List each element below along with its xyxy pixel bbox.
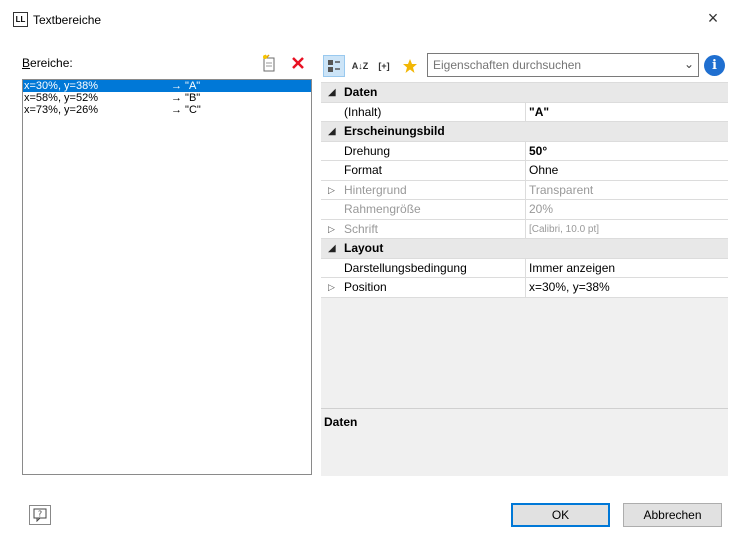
property-row[interactable]: (Inhalt) "A" xyxy=(321,102,728,122)
property-key: Hintergrund xyxy=(344,182,407,197)
new-document-icon xyxy=(263,54,275,72)
collapse-icon[interactable]: ◢ xyxy=(328,239,340,258)
expand-icon[interactable]: ▷ xyxy=(328,220,340,239)
property-row[interactable]: Format Ohne xyxy=(321,161,728,181)
property-value[interactable]: "A" xyxy=(525,102,728,122)
property-key: Position xyxy=(344,280,387,294)
property-grid[interactable]: ◢ Daten (Inhalt) "A" ◢ Erscheinungsbild Drehun… xyxy=(321,82,728,408)
sort-az-button[interactable]: A↓Z xyxy=(349,55,371,77)
delete-x-icon xyxy=(292,57,304,69)
property-value[interactable]: x=30%, y=38% xyxy=(525,278,728,297)
property-row[interactable]: Rahmengröße 20% xyxy=(321,200,728,220)
expand-icon[interactable]: ▷ xyxy=(328,181,340,200)
property-value[interactable]: Ohne xyxy=(525,161,728,180)
categorized-view-button[interactable] xyxy=(323,55,345,77)
property-row[interactable]: Drehung 50° xyxy=(321,141,728,161)
property-key: Daten xyxy=(344,85,378,99)
star-icon xyxy=(403,59,417,73)
property-key: Darstellungsbedingung xyxy=(344,260,467,275)
collapse-icon[interactable]: ◢ xyxy=(328,122,340,141)
sort-az-icon: A↓Z xyxy=(351,61,369,71)
svg-text:?: ? xyxy=(38,510,42,519)
property-value: [Calibri, 10.0 pt] xyxy=(525,219,728,239)
help-button[interactable]: ? xyxy=(29,505,51,525)
property-value: Transparent xyxy=(525,180,728,200)
property-value: 20% xyxy=(525,200,728,219)
collapse-icon[interactable]: ◢ xyxy=(328,83,340,102)
property-row[interactable]: ▷ Schrift [Calibri, 10.0 pt] xyxy=(321,219,728,239)
property-key: (Inhalt) xyxy=(344,104,382,119)
favorites-button[interactable] xyxy=(399,55,421,77)
area-value: → "B" xyxy=(171,92,201,104)
window-title: Textbereiche xyxy=(33,13,102,27)
property-category[interactable]: ◢ Daten xyxy=(321,83,728,103)
cancel-button[interactable]: Abbrechen xyxy=(623,503,722,527)
property-key: Drehung xyxy=(344,143,391,158)
areas-label: Bereiche: xyxy=(22,56,73,70)
title-bar: LL Textbereiche × xyxy=(0,0,730,36)
description-title: Daten xyxy=(324,415,358,429)
property-category[interactable]: ◢ Layout xyxy=(321,239,728,259)
property-row[interactable]: ▷ Hintergrund Transparent xyxy=(321,180,728,200)
property-category[interactable]: ◢ Erscheinungsbild xyxy=(321,122,728,142)
list-item[interactable]: x=58%, y=52% → "B" xyxy=(23,92,311,104)
formula-button[interactable]: [+] xyxy=(373,55,395,77)
list-item[interactable]: x=30%, y=38% → "A" xyxy=(23,80,311,92)
property-value[interactable]: Immer anzeigen xyxy=(525,258,728,278)
formula-icon: [+] xyxy=(378,61,390,71)
property-key: Layout xyxy=(344,241,384,255)
chevron-down-icon[interactable]: ⌄ xyxy=(684,57,694,71)
close-button[interactable]: × xyxy=(700,6,726,30)
property-key: Schrift xyxy=(344,221,379,236)
area-value: → "A" xyxy=(171,80,201,92)
property-search-input[interactable] xyxy=(428,54,668,76)
property-key: Rahmengröße xyxy=(344,202,421,216)
categorized-view-icon xyxy=(328,60,340,72)
delete-area-button[interactable] xyxy=(287,52,309,74)
list-item[interactable]: x=73%, y=26% → "C" xyxy=(23,104,311,116)
area-value: → "C" xyxy=(171,104,201,116)
areas-list[interactable]: x=30%, y=38% → "A" x=58%, y=52% → "B" x=… xyxy=(22,79,312,475)
property-toolbar: A↓Z [+] ⌄ i xyxy=(321,52,728,80)
new-area-button[interactable] xyxy=(258,52,280,74)
area-coord: x=30%, y=38% xyxy=(24,80,98,92)
property-row[interactable]: ▷ Position x=30%, y=38% xyxy=(321,278,728,298)
property-value[interactable]: 50° xyxy=(525,141,728,161)
area-coord: x=73%, y=26% xyxy=(24,104,98,116)
property-key: Erscheinungsbild xyxy=(344,124,445,138)
property-search-field[interactable]: ⌄ xyxy=(427,53,699,77)
help-icon: ? xyxy=(33,508,47,522)
description-pane: Daten xyxy=(321,408,728,476)
area-coord: x=58%, y=52% xyxy=(24,92,98,104)
info-icon[interactable]: i xyxy=(704,55,725,76)
property-row[interactable]: Darstellungsbedingung Immer anzeigen xyxy=(321,258,728,278)
expand-icon[interactable]: ▷ xyxy=(328,278,340,297)
app-icon: LL xyxy=(13,12,28,27)
property-key: Format xyxy=(344,163,383,177)
ok-button[interactable]: OK xyxy=(511,503,610,527)
